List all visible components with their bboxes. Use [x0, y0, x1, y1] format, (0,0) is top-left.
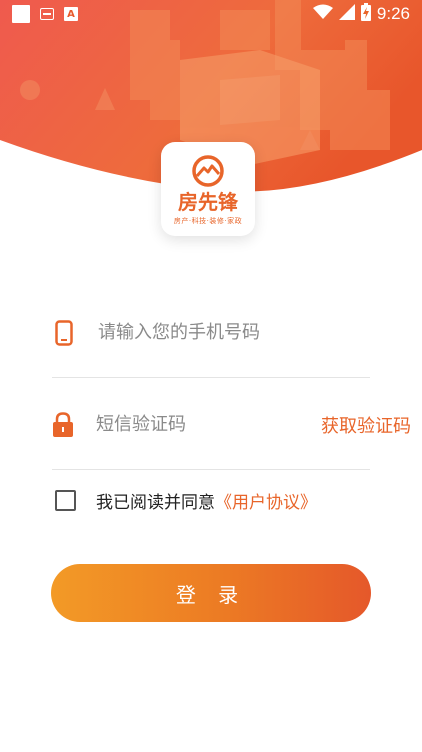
battery-charging-icon	[360, 3, 371, 25]
login-button[interactable]: 登 录	[51, 564, 371, 622]
lock-icon	[52, 411, 74, 439]
phone-icon	[52, 319, 76, 347]
wifi-icon	[312, 4, 333, 24]
message-icon	[40, 8, 54, 20]
phone-row	[52, 288, 370, 378]
sms-code-row: 获取验证码	[52, 380, 411, 470]
logo-title: 房先锋	[178, 190, 238, 214]
signal-icon	[338, 4, 355, 24]
logo-tagline: 房产·科技·装修·家政	[173, 217, 243, 225]
notification-square-icon	[12, 5, 30, 23]
user-agreement-link[interactable]: 《用户协议》	[215, 488, 317, 513]
app-logo: 房先锋 房产·科技·装修·家政	[161, 142, 255, 236]
a-app-icon: A	[64, 7, 78, 21]
sms-code-input[interactable]	[96, 414, 321, 435]
clock: 9:26	[376, 4, 410, 23]
get-code-button[interactable]: 获取验证码	[321, 412, 411, 438]
agreement-row: 我已阅读并同意 《用户协议》	[55, 486, 317, 514]
status-bar: A 9:26	[0, 0, 422, 28]
agreement-checkbox[interactable]	[55, 489, 76, 511]
agreement-text: 我已阅读并同意	[96, 492, 215, 513]
phone-input[interactable]	[98, 322, 370, 343]
logo-mountain-icon	[192, 155, 224, 187]
